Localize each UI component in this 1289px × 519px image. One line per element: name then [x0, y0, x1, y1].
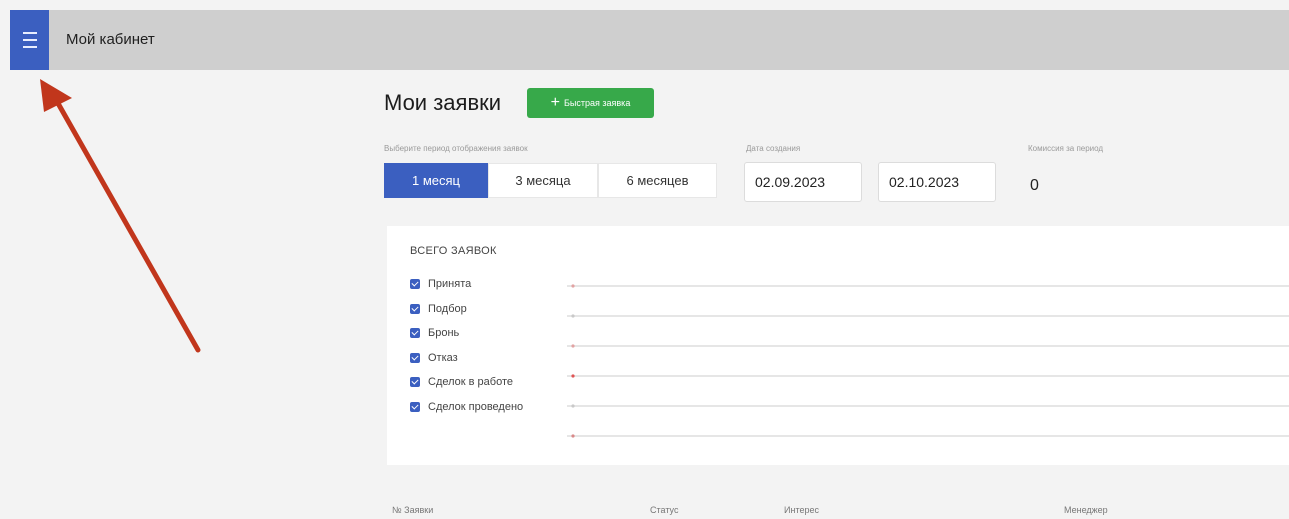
legend-item-deals-completed[interactable]: Сделок проведено [410, 395, 523, 420]
period-1-month-button[interactable]: 1 месяц [384, 163, 488, 198]
legend-item-selection[interactable]: Подбор [410, 297, 523, 322]
legend-label: Бронь [428, 327, 460, 340]
checkbox-icon [410, 303, 420, 314]
column-header-manager[interactable]: Менеджер [1064, 505, 1108, 515]
series-point [571, 284, 575, 288]
period-label: Выберите период отображения заявок [384, 144, 528, 153]
page-title: Мои заявки [384, 90, 502, 115]
chart-plot [567, 284, 1289, 438]
series-point [571, 434, 575, 438]
column-header-interest[interactable]: Интерес [784, 505, 819, 515]
column-header-request-number[interactable]: № Заявки [392, 505, 433, 515]
top-bar: Мой кабинет [10, 10, 1289, 70]
quick-request-label: Быстрая заявка [564, 98, 631, 108]
commission-label: Комиссия за период [1028, 144, 1104, 153]
legend-label: Отказ [428, 351, 458, 364]
chart-card: ВСЕГО ЗАЯВОК Принята Подбор Бронь Отказ … [387, 226, 1289, 465]
period-selector: 1 месяц 3 месяца 6 месяцев [384, 163, 717, 198]
legend-label: Сделок в работе [428, 376, 513, 389]
chart-title: ВСЕГО ЗАЯВОК [410, 245, 497, 257]
date-to-input[interactable]: 02.10.2023 [878, 162, 996, 202]
series-point [571, 314, 575, 318]
period-3-months-button[interactable]: 3 месяца [488, 163, 598, 198]
column-header-status[interactable]: Статус [650, 505, 678, 515]
series-point [571, 344, 575, 348]
chart-legend: Принята Подбор Бронь Отказ Сделок в рабо… [410, 272, 523, 419]
checkbox-icon [410, 279, 420, 290]
plus-icon: + [550, 94, 561, 111]
legend-label: Сделок проведено [428, 400, 524, 413]
legend-label: Принята [428, 278, 472, 291]
series-point [571, 374, 575, 378]
table-header: № Заявки Статус Интерес Менеджер [384, 505, 1289, 519]
checkbox-icon [410, 328, 420, 339]
commission-value: 0 [1030, 177, 1039, 194]
date-created-label: Дата создания [746, 144, 801, 153]
app-title: Мой кабинет [66, 31, 155, 48]
legend-item-deals-in-progress[interactable]: Сделок в работе [410, 370, 523, 395]
legend-item-refusal[interactable]: Отказ [410, 346, 523, 371]
checkbox-icon [410, 352, 420, 363]
hamburger-menu-button[interactable] [10, 10, 49, 70]
quick-request-button[interactable]: + Быстрая заявка [527, 88, 654, 118]
checkbox-icon [410, 377, 420, 388]
checkbox-icon [410, 401, 420, 412]
period-6-months-button[interactable]: 6 месяцев [598, 163, 717, 198]
hamburger-icon [22, 32, 37, 34]
legend-label: Подбор [428, 302, 467, 315]
series-point [571, 404, 575, 408]
legend-item-accepted[interactable]: Принята [410, 272, 523, 297]
requests-panel: Мои заявки + Быстрая заявка Выберите пер… [384, 88, 1289, 515]
date-from-input[interactable]: 02.09.2023 [744, 162, 862, 202]
legend-item-booking[interactable]: Бронь [410, 321, 523, 346]
